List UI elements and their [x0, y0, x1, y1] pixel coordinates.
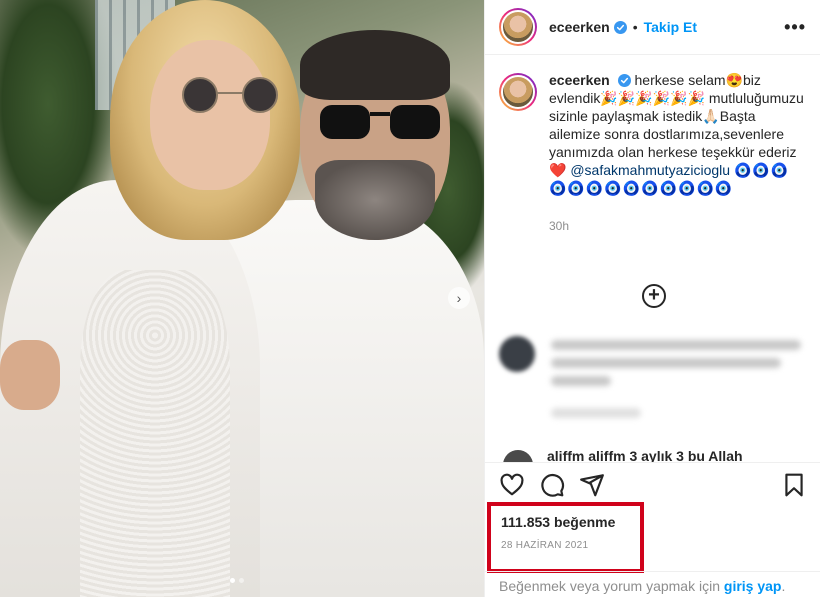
carousel-next-button[interactable]: ›: [448, 287, 470, 309]
caption-avatar[interactable]: [499, 73, 537, 111]
heart-icon[interactable]: [499, 472, 525, 498]
emoji: 🎉🎉🎉🎉🎉🎉: [600, 90, 705, 106]
instagram-post: › eceerken • Takip Et ••• eceerken herke…: [0, 0, 820, 597]
share-icon[interactable]: [579, 472, 605, 498]
groom-beard: [315, 160, 435, 240]
verified-badge-icon: [617, 74, 631, 87]
post-header: eceerken • Takip Et •••: [485, 0, 820, 55]
comment-text: aliffm aliffm 3 aylık 3 bu Allah: [547, 448, 743, 462]
caption-line: herkese selam: [634, 72, 726, 88]
comment-avatar: [503, 450, 533, 462]
avatar-image: [501, 10, 535, 44]
partial-comment: aliffm aliffm 3 aylık 3 bu Allah: [499, 448, 809, 462]
login-link[interactable]: giriş yap: [724, 578, 782, 594]
groom-sunglasses: [320, 105, 440, 139]
avatar[interactable]: [499, 8, 537, 46]
bride-sunglasses: [182, 77, 278, 113]
load-more-comments-button[interactable]: +: [642, 284, 666, 308]
blurred-text: [551, 376, 611, 386]
caption-text: eceerken herkese selam😍biz evlendik🎉🎉🎉🎉🎉…: [549, 71, 806, 235]
groom-hair: [300, 30, 450, 100]
separator-dot: •: [632, 19, 638, 35]
follow-button[interactable]: Takip Et: [644, 19, 697, 35]
bride-face: [150, 40, 270, 190]
header-username[interactable]: eceerken: [549, 19, 610, 35]
verified-badge-icon: [613, 20, 627, 34]
carousel-dot-active: [230, 578, 235, 583]
post-photo[interactable]: ›: [0, 0, 484, 597]
emoji: ❤️: [549, 162, 567, 178]
arm: [0, 340, 60, 410]
login-prompt: Beğenmek veya yorum yapmak için giriş ya…: [485, 571, 820, 597]
more-options-icon[interactable]: •••: [784, 17, 806, 38]
blurred-text: [551, 358, 781, 368]
avatar-image: [501, 75, 535, 109]
emoji: 😍: [725, 72, 743, 88]
bookmark-icon[interactable]: [781, 472, 807, 498]
blurred-text: [551, 340, 801, 350]
bride-dress: [80, 270, 230, 597]
highlight-box: [487, 502, 644, 573]
post-time[interactable]: 30h: [549, 217, 806, 235]
caption: eceerken herkese selam😍biz evlendik🎉🎉🎉🎉🎉…: [485, 55, 820, 235]
blurred-meta: [551, 408, 641, 418]
emoji: 🙏🏻: [702, 108, 720, 124]
post-side-panel: eceerken • Takip Et ••• eceerken herkese…: [484, 0, 820, 597]
login-prompt-text: Beğenmek veya yorum yapmak için: [499, 578, 720, 594]
login-suffix: .: [781, 578, 786, 594]
comment-icon[interactable]: [539, 472, 565, 498]
comment-avatar: [499, 336, 535, 372]
carousel-dot: [239, 578, 244, 583]
action-bar: [485, 462, 820, 506]
mention-link[interactable]: @safakmahmutyazicioglu: [570, 162, 730, 178]
carousel-dots: [230, 578, 244, 583]
caption-username[interactable]: eceerken: [549, 72, 610, 88]
blurred-comment: [499, 336, 809, 426]
